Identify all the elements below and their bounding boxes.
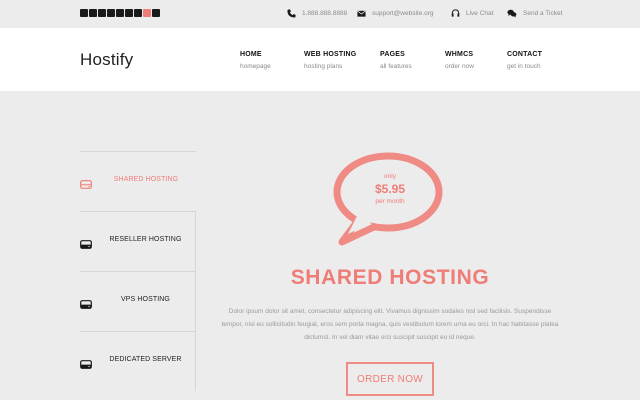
- price-value: $5.95: [374, 182, 406, 196]
- nav-title[interactable]: HOME: [240, 51, 271, 58]
- order-now-button[interactable]: ORDER NOW: [346, 362, 434, 396]
- sidebar-item-label: SHARED HOSTING: [113, 176, 179, 183]
- nav-subtitle: all features: [380, 63, 412, 70]
- site-logo[interactable]: Hostify: [80, 50, 133, 70]
- sidebar-item-vps-hosting[interactable]: VPS HOSTING: [80, 271, 196, 331]
- nav-contact[interactable]: CONTACT get in touch: [507, 51, 542, 70]
- send-ticket-label[interactable]: Send a Ticket: [523, 10, 562, 17]
- email-link[interactable]: support@website.org: [372, 10, 434, 17]
- hosting-type-sidebar: SHARED HOSTING RESELLER HOSTING VPS HOST…: [80, 151, 196, 391]
- nav-home[interactable]: HOME homepage: [240, 51, 271, 70]
- phone-icon: [287, 9, 296, 18]
- live-chat-link[interactable]: Live Chat: [451, 9, 493, 18]
- hard-drive-icon: [80, 236, 92, 249]
- twitter-icon[interactable]: [89, 9, 97, 17]
- price-period: per month: [375, 198, 405, 205]
- sidebar-item-label: DEDICATED SERVER: [109, 356, 182, 363]
- facebook-icon[interactable]: [80, 9, 88, 17]
- nav-subtitle: order now: [445, 63, 474, 70]
- nav-title[interactable]: WEB HOSTING: [304, 51, 356, 58]
- sidebar-item-label: VPS HOSTING: [121, 296, 170, 303]
- sidebar-item-shared-hosting[interactable]: SHARED HOSTING: [80, 151, 196, 211]
- price-block: only $5.95 per month: [334, 173, 446, 205]
- nav-subtitle: get in touch: [507, 63, 541, 70]
- flickr-icon[interactable]: [116, 9, 124, 17]
- sidebar-item-label: RESELLER HOSTING: [109, 236, 182, 243]
- vimeo-icon[interactable]: [98, 9, 106, 17]
- hard-drive-icon: [80, 296, 92, 309]
- site-header: Hostify HOME homepage WEB HOSTING hostin…: [0, 28, 640, 91]
- plan-heading: SHARED HOSTING: [290, 266, 490, 289]
- nav-pages[interactable]: PAGES all features: [380, 51, 412, 70]
- google-plus-icon[interactable]: [125, 9, 133, 17]
- nav-title[interactable]: WHMCS: [445, 51, 474, 58]
- instagram-icon[interactable]: [134, 9, 142, 17]
- headset-icon: [451, 9, 460, 18]
- top-bar: 1.888.888.8888 support@website.org Live …: [0, 0, 640, 28]
- nav-subtitle: hosting plans: [304, 63, 343, 70]
- skype-icon[interactable]: [152, 9, 160, 17]
- hard-drive-icon: [80, 356, 92, 369]
- nav-web-hosting[interactable]: WEB HOSTING hosting plans: [304, 51, 356, 70]
- email-contact[interactable]: support@website.org: [357, 9, 434, 18]
- nav-subtitle: homepage: [240, 63, 271, 70]
- youtube-icon[interactable]: [107, 9, 115, 17]
- nav-title[interactable]: CONTACT: [507, 51, 542, 58]
- phone-number: 1.888.888.8888: [302, 10, 348, 17]
- price-prefix: only: [384, 173, 396, 180]
- sidebar-item-reseller-hosting[interactable]: RESELLER HOSTING: [80, 211, 196, 271]
- nav-whmcs[interactable]: WHMCS order now: [445, 51, 474, 70]
- phone-contact: 1.888.888.8888: [287, 9, 347, 18]
- chat-bubbles-icon: [507, 9, 517, 18]
- social-icons: [80, 9, 160, 17]
- plan-description: Dolor ipsum dolor sit amet, consectetur …: [221, 308, 559, 341]
- nav-title[interactable]: PAGES: [380, 51, 412, 58]
- rss-icon[interactable]: [143, 9, 151, 17]
- live-chat-label[interactable]: Live Chat: [466, 10, 493, 17]
- sidebar-item-dedicated-server[interactable]: DEDICATED SERVER: [80, 331, 196, 391]
- envelope-icon: [357, 9, 366, 18]
- hard-drive-icon: [80, 176, 92, 189]
- send-ticket-link[interactable]: Send a Ticket: [507, 9, 562, 18]
